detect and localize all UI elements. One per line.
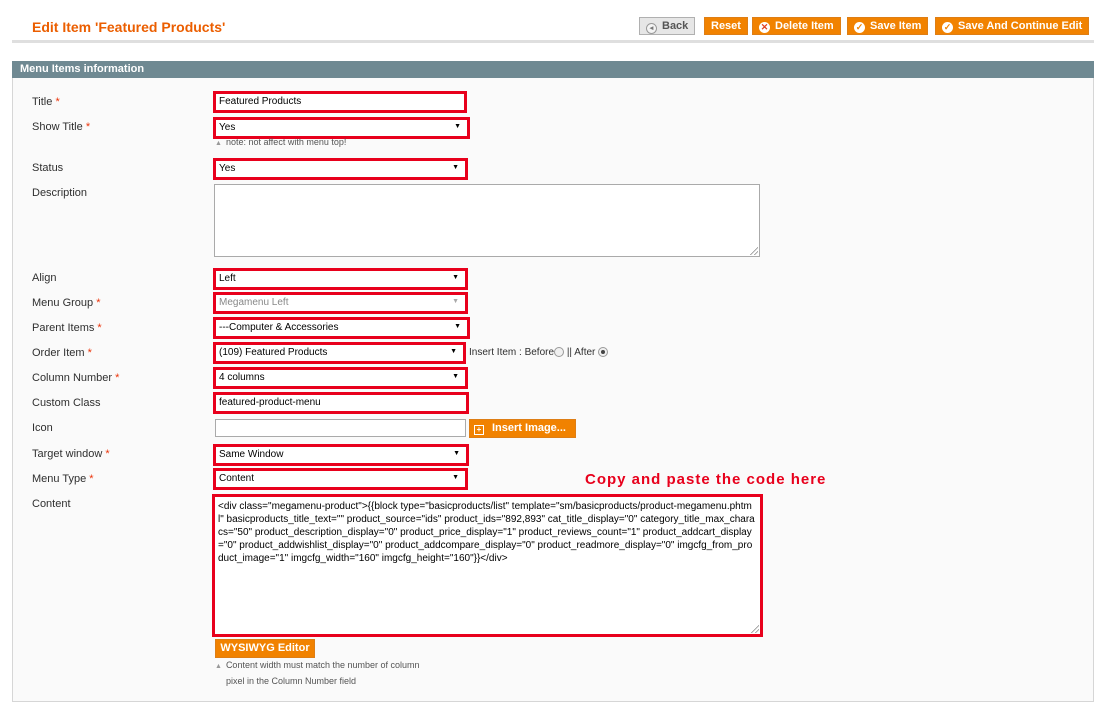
icon-label: Icon — [32, 422, 53, 434]
check-icon: ✓ — [854, 22, 865, 33]
show-title-note: ▲ note: not affect with menu top! — [215, 137, 347, 147]
status-label: Status — [32, 162, 64, 174]
reset-button-label: Reset — [711, 20, 741, 32]
insert-position-group: Insert Item : Before || After — [469, 347, 609, 358]
title-label: Title * — [32, 96, 60, 108]
note-triangle-icon: ▲ — [215, 663, 222, 670]
insert-after-label: || After — [566, 347, 596, 358]
check-icon: ✓ — [942, 22, 953, 33]
custom-class-label: Custom Class — [32, 397, 101, 409]
insert-image-label: Insert Image... — [492, 422, 566, 434]
image-icon: + — [474, 425, 484, 435]
insert-image-button[interactable]: + Insert Image... — [469, 419, 576, 438]
insert-before-label: Insert Item : Before — [469, 347, 555, 358]
align-label: Align — [32, 272, 57, 284]
content-textarea[interactable]: <div class="megamenu-product">{{block ty… — [212, 494, 763, 637]
parent-items-label: Parent Items * — [32, 322, 102, 334]
status-select[interactable]: Yes — [213, 158, 468, 180]
header-divider — [12, 40, 1094, 43]
after-radio[interactable] — [598, 347, 609, 357]
show-title-select[interactable]: Yes — [213, 117, 470, 139]
target-window-label: Target window * — [32, 448, 110, 460]
icon-input[interactable] — [215, 419, 466, 437]
wysiwyg-editor-button[interactable]: WYSIWYG Editor — [215, 639, 315, 658]
content-note-line1: ▲ Content width must match the number of … — [215, 660, 420, 670]
title-input[interactable]: Featured Products — [213, 91, 467, 113]
back-button-label: Back — [662, 20, 689, 32]
align-select[interactable]: Left — [213, 268, 468, 290]
back-arrow-icon: ◂ — [646, 23, 657, 34]
save-button-label: Save Item — [870, 20, 922, 32]
parent-items-select[interactable]: ---Computer & Accessories — [213, 317, 470, 339]
before-radio[interactable] — [554, 347, 565, 357]
resize-grip-icon — [751, 625, 759, 633]
custom-class-input[interactable]: featured-product-menu — [213, 392, 469, 414]
note-triangle-icon: ▲ — [215, 140, 222, 147]
resize-grip-icon — [750, 247, 758, 255]
delete-item-button[interactable]: ✕ Delete Item — [752, 17, 841, 35]
show-title-label: Show Title * — [32, 121, 91, 133]
order-item-label: Order Item * — [32, 347, 92, 359]
page-title: Edit Item 'Featured Products' — [32, 19, 226, 35]
delete-icon: ✕ — [759, 22, 770, 33]
menu-type-label: Menu Type * — [32, 473, 94, 485]
description-label: Description — [32, 187, 88, 199]
content-note-line2: pixel in the Column Number field — [226, 676, 357, 686]
section-header: Menu Items information — [12, 61, 1094, 78]
save-item-button[interactable]: ✓ Save Item — [847, 17, 929, 35]
description-textarea[interactable] — [214, 184, 760, 257]
target-window-select[interactable]: Same Window — [213, 444, 469, 466]
content-code: <div class="megamenu-product">{{block ty… — [218, 501, 755, 564]
menu-group-label: Menu Group * — [32, 297, 101, 309]
save-continue-button-label: Save And Continue Edit — [958, 20, 1083, 32]
menu-type-select[interactable]: Content — [213, 468, 468, 490]
column-number-select[interactable]: 4 columns — [213, 367, 468, 389]
reset-button[interactable]: Reset — [704, 17, 748, 35]
delete-button-label: Delete Item — [775, 20, 834, 32]
column-number-label: Column Number * — [32, 372, 120, 384]
back-button[interactable]: ◂ Back — [639, 17, 696, 35]
menu-group-select[interactable]: Megamenu Left — [213, 292, 468, 314]
save-continue-button[interactable]: ✓ Save And Continue Edit — [935, 17, 1090, 35]
content-label: Content — [32, 498, 71, 510]
order-item-select[interactable]: (109) Featured Products — [213, 342, 466, 364]
copy-paste-annotation: Copy and paste the code here — [585, 471, 827, 488]
